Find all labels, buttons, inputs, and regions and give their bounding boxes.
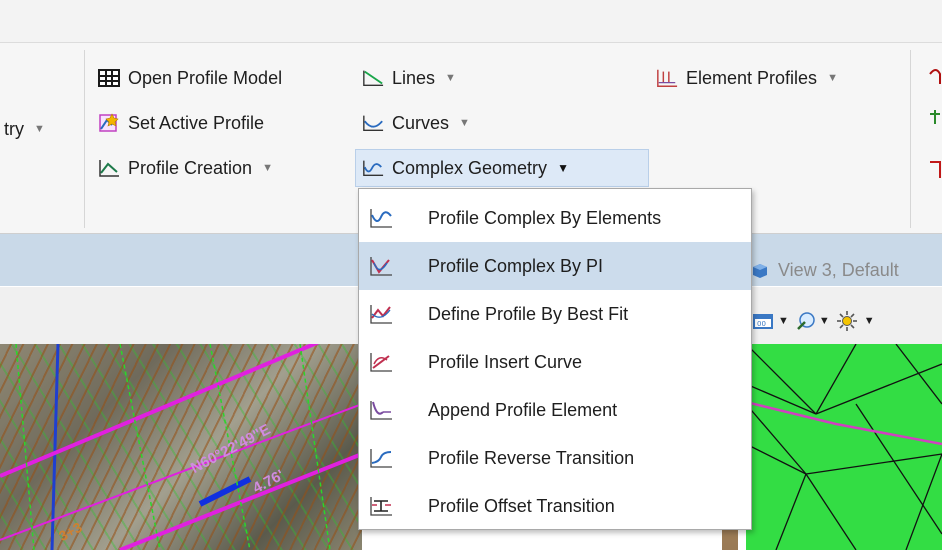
curves-button[interactable]: Curves ▼ bbox=[362, 108, 470, 138]
profile-creation-icon bbox=[98, 157, 120, 179]
menu-item-append-profile-element[interactable]: Append Profile Element bbox=[359, 386, 751, 434]
svg-text:00: 00 bbox=[757, 320, 766, 328]
chevron-down-icon: ▼ bbox=[34, 123, 45, 135]
ribbon-separator bbox=[84, 50, 85, 228]
complex-geometry-partial-button[interactable]: try ▼ bbox=[4, 114, 45, 144]
clipped-tools-column bbox=[928, 66, 942, 186]
offset-transition-icon bbox=[369, 494, 393, 518]
view-attributes-icon[interactable]: 00 bbox=[752, 310, 774, 332]
grid-table-icon bbox=[98, 67, 120, 89]
set-active-profile-label: Set Active Profile bbox=[128, 112, 265, 133]
menu-item-profile-complex-by-pi[interactable]: Profile Complex By PI bbox=[359, 242, 751, 290]
chevron-down-icon: ▼ bbox=[557, 161, 569, 175]
menu-item-define-profile-by-best-fit[interactable]: Define Profile By Best Fit bbox=[359, 290, 751, 338]
append-element-icon bbox=[369, 398, 393, 422]
best-fit-icon bbox=[369, 302, 393, 326]
open-profile-model-label: Open Profile Model bbox=[128, 67, 283, 88]
view-cube-icon bbox=[752, 263, 768, 279]
profile-complex-elements-icon bbox=[369, 206, 393, 230]
menu-item-profile-complex-by-elements[interactable]: Profile Complex By Elements bbox=[359, 194, 751, 242]
complex-geometry-label: Complex Geometry bbox=[392, 157, 548, 178]
profile-complex-pi-icon bbox=[369, 254, 393, 278]
aerial-map-view[interactable]: N60°22'49"E 4.76' 3+3 bbox=[0, 344, 362, 550]
menu-item-label: Profile Offset Transition bbox=[428, 495, 615, 516]
chevron-down-icon: ▼ bbox=[445, 72, 456, 84]
terrain-view[interactable] bbox=[746, 344, 942, 550]
partial-label: try bbox=[4, 118, 24, 139]
chevron-down-icon: ▼ bbox=[262, 162, 273, 174]
menu-item-label: Define Profile By Best Fit bbox=[428, 303, 629, 324]
complex-geometry-menu: Profile Complex By Elements Profile Comp… bbox=[358, 188, 752, 530]
menu-item-label: Profile Reverse Transition bbox=[428, 447, 635, 468]
chevron-down-icon[interactable]: ▼ bbox=[864, 315, 875, 327]
ribbon-separator bbox=[910, 50, 911, 228]
chevron-down-icon: ▼ bbox=[459, 117, 470, 129]
line-icon bbox=[362, 67, 384, 89]
chevron-down-icon: ▼ bbox=[827, 72, 838, 84]
profile-creation-button[interactable]: Profile Creation ▼ bbox=[98, 153, 273, 183]
complex-geometry-icon bbox=[362, 157, 384, 179]
set-active-profile-button[interactable]: Set Active Profile bbox=[98, 108, 264, 138]
lighting-icon[interactable] bbox=[836, 310, 858, 332]
menu-item-profile-reverse-transition[interactable]: Profile Reverse Transition bbox=[359, 434, 751, 482]
menu-item-label: Append Profile Element bbox=[428, 399, 618, 420]
display-style-icon[interactable] bbox=[795, 310, 817, 332]
lines-label: Lines bbox=[392, 67, 436, 88]
element-profiles-label: Element Profiles bbox=[686, 67, 818, 88]
element-profiles-button[interactable]: Element Profiles ▼ bbox=[656, 63, 838, 93]
chevron-down-icon[interactable]: ▼ bbox=[778, 315, 789, 327]
view-toolbar-buttons: 00 ▼ ▼ ▼ bbox=[752, 304, 942, 338]
menu-item-label: Profile Insert Curve bbox=[428, 351, 583, 372]
insert-curve-icon bbox=[369, 350, 393, 374]
menu-item-label: Profile Complex By Elements bbox=[428, 207, 662, 228]
reverse-transition-icon bbox=[369, 446, 393, 470]
view-title-label: View 3, Default bbox=[778, 260, 899, 280]
view-3-tab[interactable]: View 3, Default bbox=[752, 260, 899, 281]
curve-icon bbox=[362, 112, 384, 134]
menu-item-profile-insert-curve[interactable]: Profile Insert Curve bbox=[359, 338, 751, 386]
set-active-profile-icon bbox=[98, 112, 120, 134]
ribbon-tab-strip bbox=[0, 0, 942, 43]
chevron-down-icon[interactable]: ▼ bbox=[819, 315, 830, 327]
open-profile-model-button[interactable]: Open Profile Model bbox=[98, 63, 282, 93]
element-profiles-icon bbox=[656, 67, 678, 89]
lines-button[interactable]: Lines ▼ bbox=[362, 63, 456, 93]
curves-label: Curves bbox=[392, 112, 450, 133]
complex-geometry-button[interactable]: Complex Geometry ▼ bbox=[355, 149, 649, 187]
profile-creation-label: Profile Creation bbox=[128, 157, 253, 178]
menu-item-profile-offset-transition[interactable]: Profile Offset Transition bbox=[359, 482, 751, 530]
menu-item-label: Profile Complex By PI bbox=[428, 255, 604, 276]
